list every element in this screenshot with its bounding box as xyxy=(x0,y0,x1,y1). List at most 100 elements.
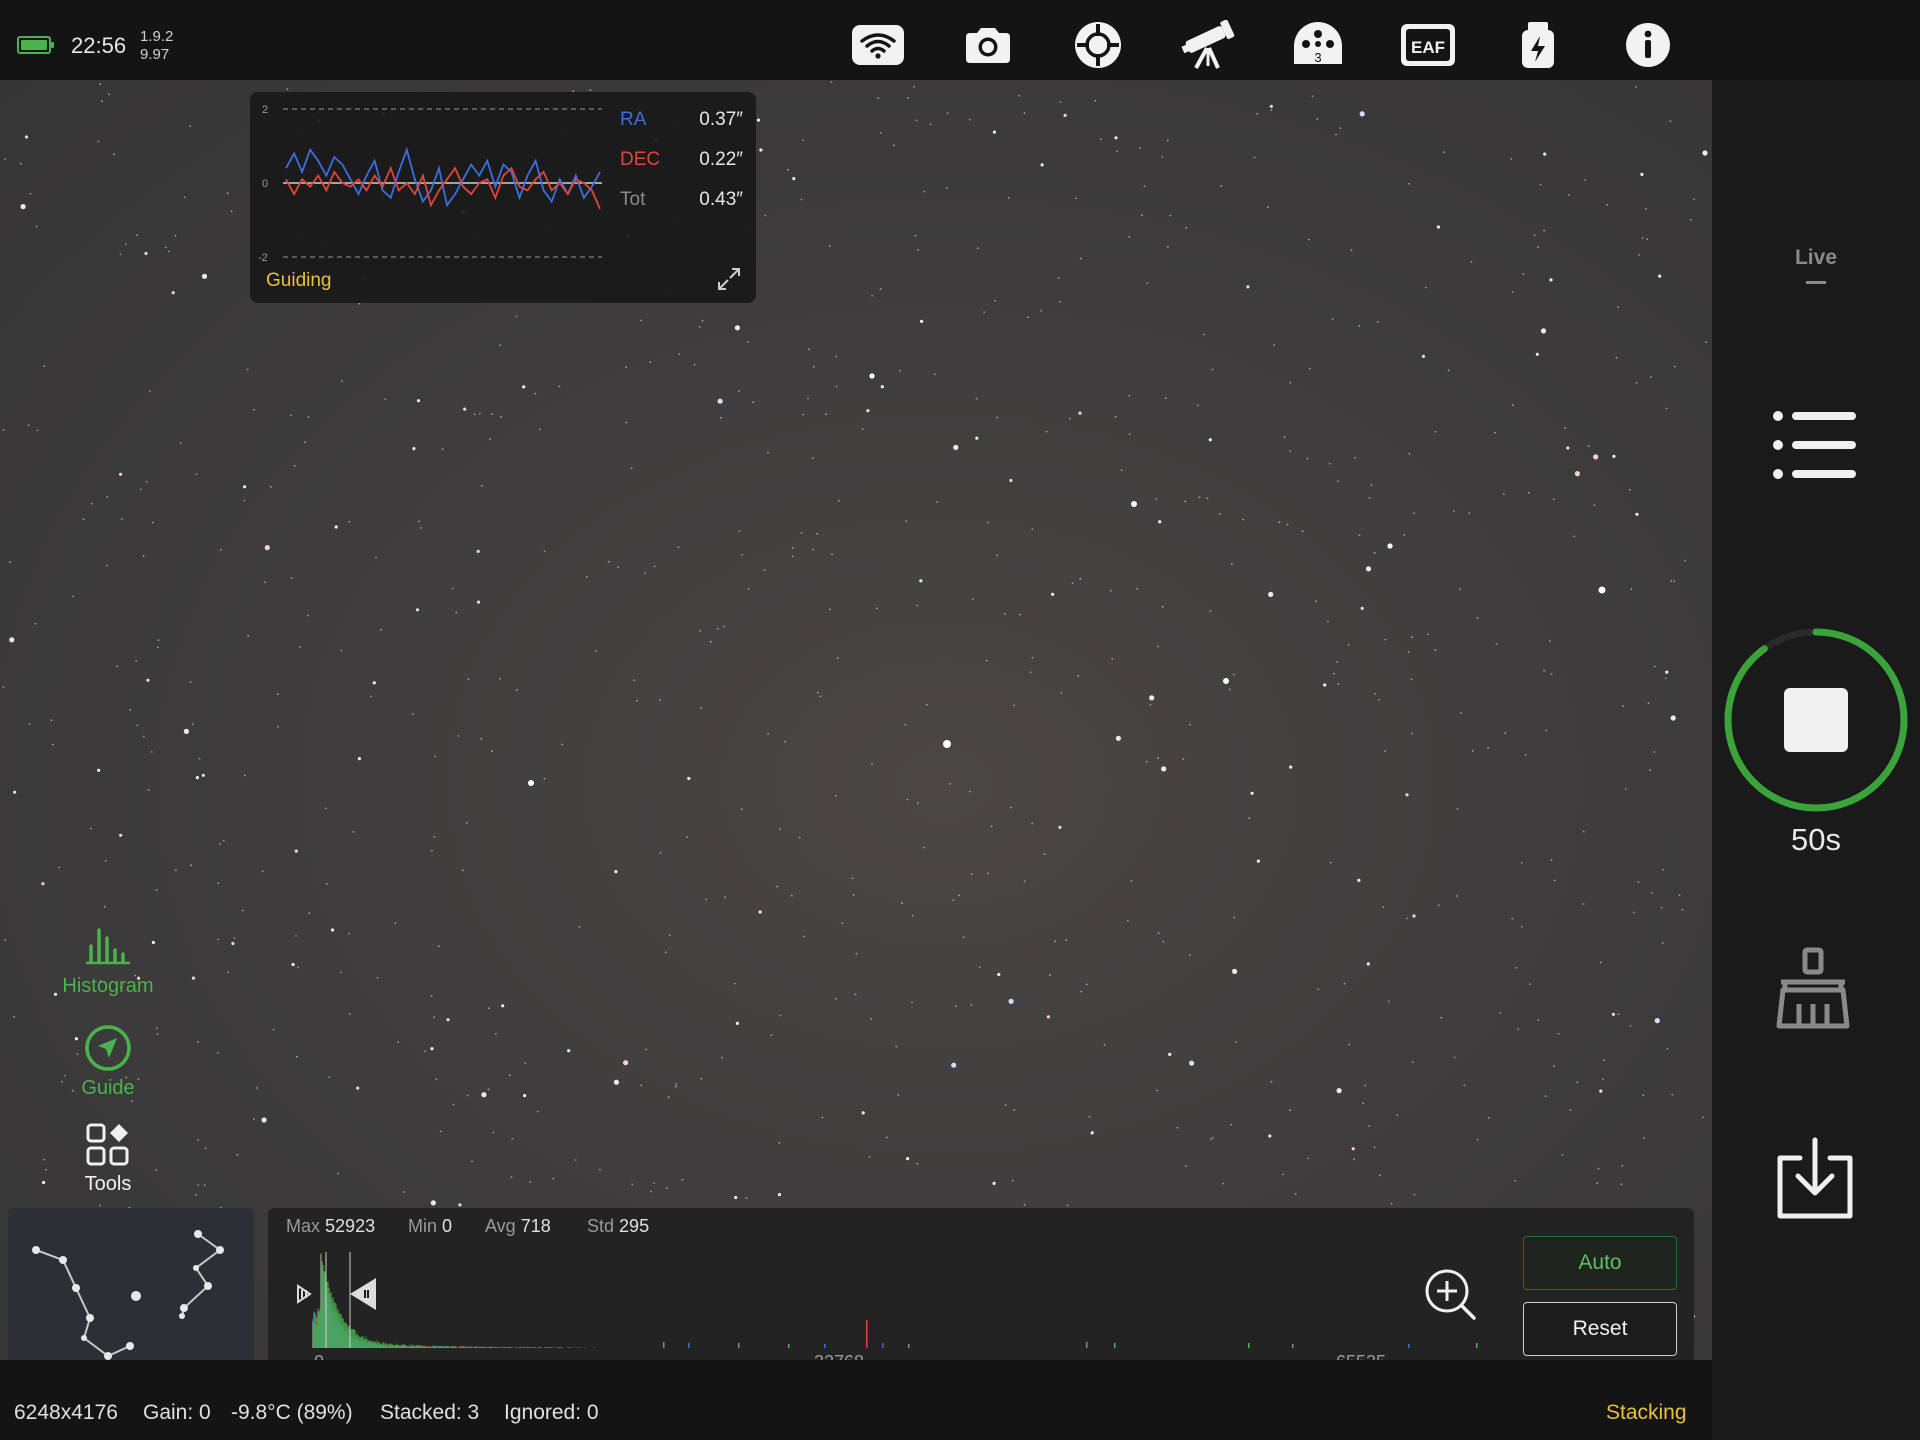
wifi-icon[interactable] xyxy=(850,20,906,70)
histogram-bin xyxy=(526,1347,528,1348)
histogram-bin xyxy=(455,1346,457,1348)
star xyxy=(1543,229,1545,232)
info-icon[interactable] xyxy=(1620,20,1676,70)
star xyxy=(758,910,762,914)
star xyxy=(1617,306,1619,309)
telescope-icon[interactable] xyxy=(1180,20,1236,70)
reset-stretch-button[interactable]: Reset xyxy=(1523,1302,1677,1356)
clear-brush-icon[interactable] xyxy=(1771,946,1855,1030)
star xyxy=(1599,961,1602,964)
star xyxy=(1582,903,1585,905)
histogram-bin xyxy=(464,1346,466,1348)
histogram-bin xyxy=(318,1311,320,1348)
histogram-bin xyxy=(359,1337,361,1348)
star xyxy=(994,300,996,302)
histogram-bin xyxy=(460,1347,462,1348)
histogram-bin xyxy=(459,1346,461,1348)
star xyxy=(1266,206,1269,209)
star xyxy=(1158,520,1162,524)
histogram-bin xyxy=(380,1343,382,1348)
constellation-minimap[interactable] xyxy=(8,1208,254,1384)
histogram-bin xyxy=(404,1345,406,1348)
star xyxy=(499,677,501,680)
save-download-icon[interactable] xyxy=(1772,1136,1858,1222)
star xyxy=(1336,661,1338,663)
usb-power-icon[interactable] xyxy=(1510,20,1566,70)
star xyxy=(1120,469,1123,472)
exposure-timer: 50s xyxy=(1791,822,1841,857)
list-menu-icon[interactable] xyxy=(1772,410,1858,480)
expand-icon[interactable] xyxy=(715,265,743,293)
stop-icon[interactable] xyxy=(1784,688,1848,752)
star xyxy=(1453,510,1455,513)
stacking-status: Stacking xyxy=(1606,1401,1687,1424)
live-mode-toggle[interactable]: Live xyxy=(1752,246,1880,270)
histogram-bin xyxy=(540,1347,542,1348)
star xyxy=(467,678,470,681)
star xyxy=(4,158,6,160)
star xyxy=(851,877,854,880)
star xyxy=(139,488,142,491)
histogram-bin xyxy=(494,1346,496,1348)
star xyxy=(42,1180,46,1185)
star xyxy=(97,140,100,143)
star xyxy=(585,575,588,578)
star xyxy=(675,1083,677,1086)
star xyxy=(340,649,343,652)
bright-star xyxy=(528,780,534,786)
star xyxy=(384,398,387,401)
star xyxy=(1043,853,1046,855)
auto-stretch-button[interactable]: Auto xyxy=(1523,1236,1677,1290)
star xyxy=(1495,643,1498,646)
star xyxy=(983,311,985,314)
histogram-bin xyxy=(387,1344,389,1348)
histogram-bin xyxy=(390,1343,392,1348)
histogram-panel[interactable] xyxy=(268,1208,1694,1384)
eaf-icon[interactable]: EAF xyxy=(1400,20,1456,70)
zoom-in-icon[interactable] xyxy=(1424,1268,1476,1320)
guiding-graph-panel[interactable]: 2 0 -2 RA 0.37″ DEC 0.22″ Tot 0.43″ Guid… xyxy=(250,92,756,303)
star xyxy=(129,708,132,711)
star xyxy=(1075,197,1077,200)
filter-wheel-icon[interactable]: 3 xyxy=(1290,20,1346,70)
histogram-tool-button[interactable]: Histogram xyxy=(50,926,166,998)
star xyxy=(958,894,960,897)
star xyxy=(146,678,150,682)
guiding-graph: 2 0 -2 xyxy=(258,104,602,264)
tools-menu-button[interactable]: Tools xyxy=(50,1122,166,1196)
star xyxy=(1250,791,1254,795)
star xyxy=(1690,218,1692,221)
guide-tool-button[interactable]: Guide xyxy=(50,1024,166,1100)
star xyxy=(1339,127,1342,130)
camera-icon[interactable] xyxy=(960,20,1016,70)
star xyxy=(1514,1180,1516,1182)
histogram-bin xyxy=(414,1347,416,1348)
star xyxy=(971,598,974,601)
star xyxy=(738,390,740,392)
star xyxy=(1593,504,1596,506)
star xyxy=(1282,1173,1284,1176)
star xyxy=(933,373,936,376)
histogram-bin xyxy=(1086,1342,1088,1348)
star xyxy=(272,1028,275,1031)
star xyxy=(1460,712,1462,714)
star xyxy=(1270,1080,1273,1083)
star xyxy=(917,249,920,251)
star xyxy=(241,909,244,912)
star xyxy=(481,484,483,487)
star xyxy=(217,1052,219,1054)
star xyxy=(892,144,895,147)
star xyxy=(681,1178,684,1181)
star xyxy=(871,763,873,765)
histogram-bin xyxy=(788,1344,790,1348)
star xyxy=(1080,990,1083,993)
star xyxy=(480,737,483,740)
star xyxy=(1520,862,1523,864)
star xyxy=(1230,1123,1233,1126)
focus-target-icon[interactable] xyxy=(1070,20,1126,70)
histogram-bin xyxy=(313,1311,315,1348)
star xyxy=(1116,150,1118,153)
star xyxy=(1411,1061,1414,1063)
star xyxy=(767,452,769,454)
star xyxy=(716,627,719,630)
